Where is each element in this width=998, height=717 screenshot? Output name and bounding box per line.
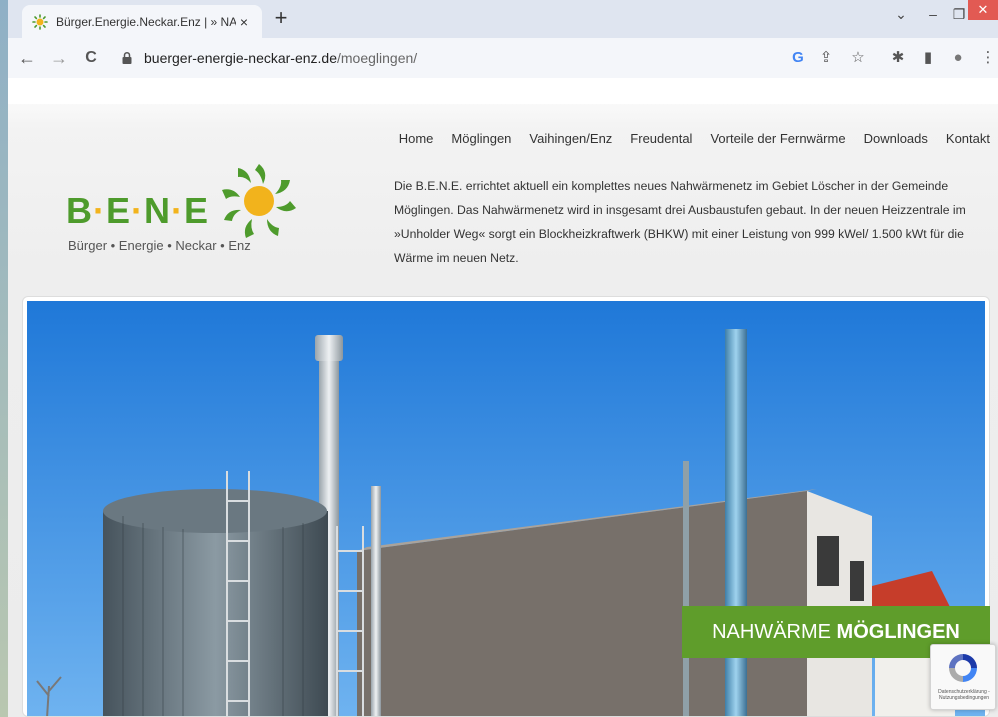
tab-close-icon[interactable]: × [236,14,252,30]
url-host: buerger-energie-neckar-enz.de [144,50,337,66]
site-logo[interactable]: B·E·N·E Bürger • Energie • Neckar • Enz [66,158,296,258]
menu-icon[interactable]: ⋮ [978,48,998,68]
recaptcha-links[interactable]: Datenschutzerklärung - Nutzungsbedingung… [934,689,994,701]
tab-title: Bürger.Energie.Neckar.Enz | » NA [56,14,236,29]
nav-item-home[interactable]: Home [399,131,434,146]
share-icon[interactable]: ⇪ [816,48,836,68]
extensions-icon[interactable]: ✱ [888,48,908,68]
nav-item-vaihingen[interactable]: Vaihingen/Enz [529,131,612,146]
sun-logo-icon [222,164,296,238]
logo-wordmark: B·E·N·E [66,190,210,231]
intro-paragraph: Die B.E.N.E. errichtet aktuell ein kompl… [394,179,966,265]
nav-item-kontakt[interactable]: Kontakt [946,131,990,146]
address-bar[interactable]: buerger-energie-neckar-enz.de/moeglingen… [120,44,810,72]
nav-item-vorteile[interactable]: Vorteile der Fernwärme [710,131,845,146]
url-path: /moeglingen/ [337,50,418,66]
page-top-band [8,78,998,104]
browser-tabbar: Bürger.Energie.Neckar.Enz | » NA × + ⌄ –… [8,0,998,38]
google-icon[interactable]: G [788,48,808,68]
close-window-button[interactable]: ✕ [968,0,998,20]
minimize-button[interactable]: – [920,6,946,22]
browser-tab[interactable]: Bürger.Energie.Neckar.Enz | » NA × [22,5,262,38]
nav-item-moeglingen[interactable]: Möglingen [451,131,511,146]
nav-item-downloads[interactable]: Downloads [864,131,928,146]
browser-toolbar: ← → C buerger-energie-neckar-enz.de/moeg… [8,38,998,78]
reload-button[interactable]: C [78,45,104,71]
lock-icon [122,51,132,64]
side-panel-icon[interactable]: ▮ [918,48,938,68]
nav-item-freudental[interactable]: Freudental [630,131,692,146]
profile-icon[interactable]: ● [948,48,968,68]
recaptcha-badge[interactable]: Datenschutzerklärung - Nutzungsbedingung… [930,644,996,710]
main-nav: Home Möglingen Vaihingen/Enz Freudental … [381,131,990,146]
web-page: Home Möglingen Vaihingen/Enz Freudental … [8,78,998,717]
back-button[interactable]: ← [14,45,40,71]
site-favicon-icon [32,13,48,30]
recaptcha-icon [949,654,977,682]
chevron-down-icon[interactable]: ⌄ [888,6,914,23]
bookmark-star-icon[interactable]: ☆ [848,48,868,68]
forward-button[interactable]: → [46,45,72,71]
new-tab-button[interactable]: + [270,7,292,30]
